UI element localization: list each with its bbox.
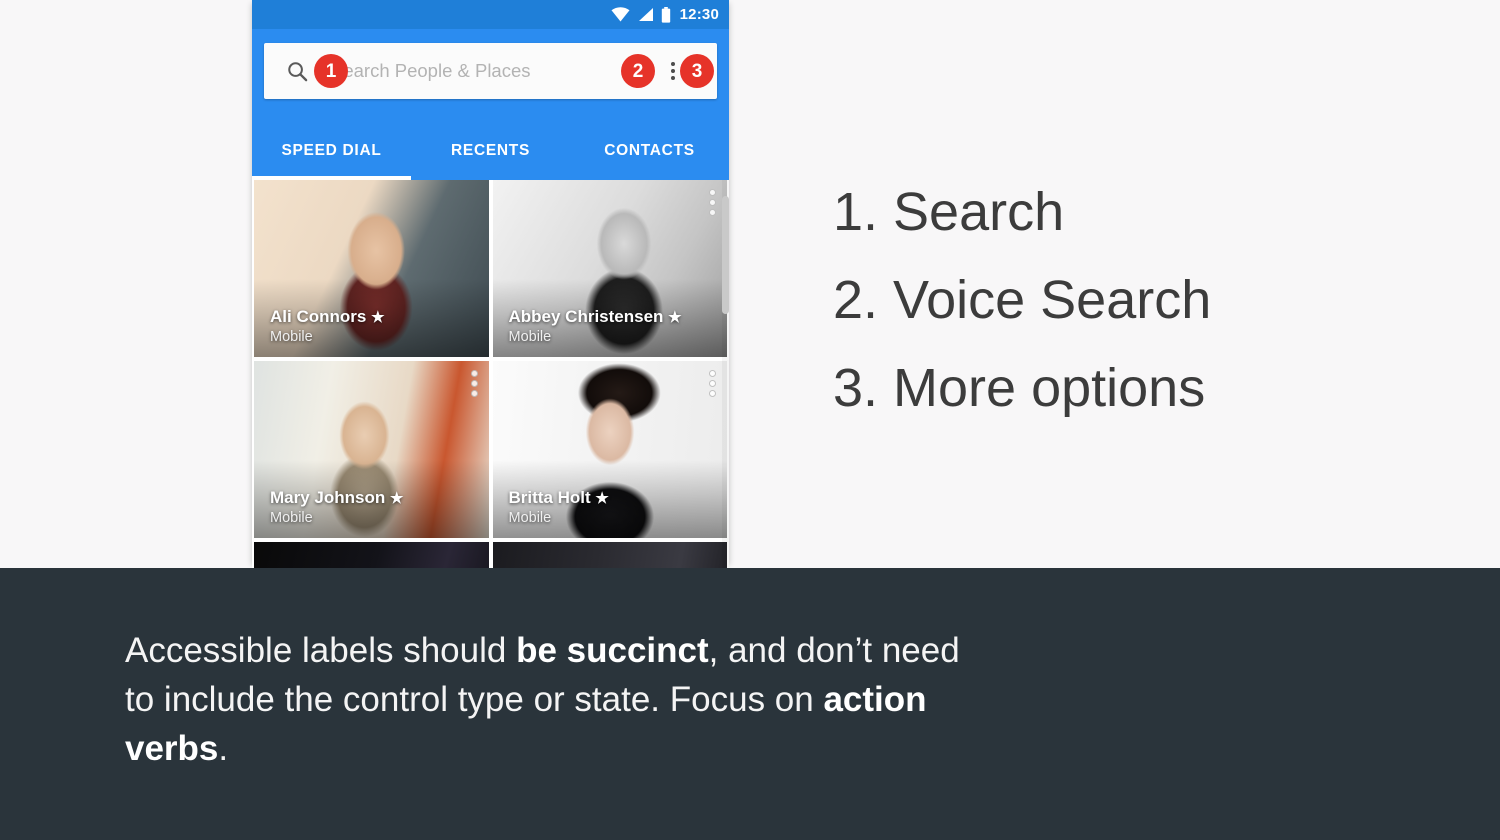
- more-dot: [671, 62, 675, 66]
- contact-tile[interactable]: Abbey Christensen ★ Mobile: [492, 180, 727, 357]
- contact-meta: Ali Connors ★ Mobile: [270, 307, 385, 345]
- more-dot: [671, 76, 675, 80]
- contact-tile[interactable]: [492, 542, 727, 568]
- callout-badge-3: 3: [680, 54, 714, 88]
- legend-item-2: 2. Voice Search: [833, 270, 1212, 330]
- tile-more-vert-icon[interactable]: [709, 189, 716, 216]
- contact-name: Ali Connors: [270, 307, 367, 326]
- contact-name: Mary Johnson: [270, 488, 386, 507]
- favorite-star-icon: ★: [595, 490, 609, 507]
- more-dot: [709, 209, 716, 216]
- caption-segment: .: [218, 729, 229, 768]
- status-bar-clock: 12:30: [679, 6, 719, 23]
- callout-legend: 1. Search 2. Voice Search 3. More option…: [833, 168, 1433, 432]
- tile-more-vert-icon[interactable]: [470, 370, 478, 397]
- caption-band: Accessible labels should be succinct, an…: [0, 568, 1500, 840]
- scrollbar-thumb[interactable]: [722, 196, 729, 314]
- contact-photo: [492, 542, 727, 568]
- tab-bar: SPEED DIAL RECENTS CONTACTS: [252, 114, 729, 180]
- contact-name: Abbey Christensen: [508, 307, 664, 326]
- more-dot: [470, 390, 478, 397]
- contact-tile[interactable]: Britta Holt ★ Mobile: [492, 361, 727, 538]
- contact-subtitle: Mobile: [508, 329, 552, 345]
- contact-subtitle: Mobile: [270, 510, 313, 526]
- contact-meta: Britta Holt ★ Mobile: [509, 488, 609, 526]
- contact-meta: Mary Johnson ★ Mobile: [270, 488, 403, 526]
- more-dot: [709, 390, 716, 397]
- search-icon[interactable]: [286, 60, 309, 83]
- contact-subtitle: Mobile: [270, 329, 313, 345]
- more-dot: [470, 380, 478, 387]
- tab-recents[interactable]: RECENTS: [411, 142, 570, 180]
- favorite-star-icon: ★: [371, 309, 385, 326]
- contact-meta: Abbey Christensen ★ Mobile: [509, 307, 682, 345]
- callout-badge-2: 2: [621, 54, 655, 88]
- more-dot: [709, 370, 716, 377]
- speed-dial-grid: Ali Connors ★ Mobile Abbey Christensen ★…: [252, 180, 729, 568]
- legend-item-3: 3. More options: [833, 358, 1206, 418]
- callout-badge-1: 1: [314, 54, 348, 88]
- cellular-signal-icon: [638, 8, 653, 21]
- more-dot: [709, 380, 716, 387]
- caption-text: Accessible labels should be succinct, an…: [125, 626, 985, 773]
- caption-segment: Accessible labels should: [125, 631, 517, 670]
- more-vert-icon[interactable]: [671, 62, 675, 80]
- more-dot: [671, 69, 675, 73]
- app-toolbar: Search People & Places 1 2 3: [252, 29, 729, 114]
- more-dot: [709, 189, 716, 196]
- contact-tile[interactable]: [254, 542, 489, 568]
- phone-mockup: 12:30 Search People & Places 1 2 3 SPEED…: [252, 0, 729, 568]
- favorite-star-icon: ★: [389, 490, 404, 507]
- vertical-scrollbar[interactable]: [722, 180, 729, 568]
- favorite-star-icon: ★: [668, 309, 682, 326]
- search-input[interactable]: Search People & Places: [331, 60, 628, 82]
- contact-photo: [254, 542, 489, 568]
- wifi-icon: [611, 7, 630, 22]
- caption-emphasis: be succinct: [516, 631, 709, 670]
- tile-more-vert-icon[interactable]: [709, 370, 716, 397]
- legend-item-1: 1. Search: [833, 182, 1065, 242]
- contact-tile[interactable]: Mary Johnson ★ Mobile: [254, 361, 489, 538]
- battery-icon: [661, 6, 670, 23]
- contact-subtitle: Mobile: [508, 510, 552, 526]
- tab-speed-dial[interactable]: SPEED DIAL: [252, 142, 411, 180]
- tab-contacts[interactable]: CONTACTS: [570, 142, 729, 180]
- search-bar[interactable]: Search People & Places 1 2 3: [264, 43, 717, 99]
- contact-tile[interactable]: Ali Connors ★ Mobile: [254, 180, 489, 357]
- contact-name: Britta Holt: [508, 488, 591, 507]
- more-dot: [709, 199, 716, 206]
- more-dot: [470, 370, 478, 377]
- status-bar: 12:30: [252, 0, 729, 29]
